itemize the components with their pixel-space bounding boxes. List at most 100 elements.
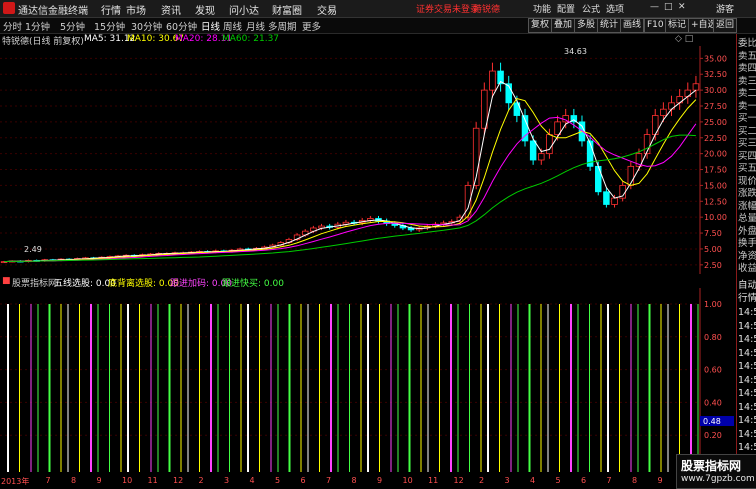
period-timeshare[interactable]: 分时 [3, 19, 22, 33]
price-tick: 2.50 [704, 261, 722, 270]
date-tick: 2 [198, 476, 204, 485]
statistics-button[interactable]: 统计 [597, 18, 622, 33]
candle-body [481, 89, 488, 129]
menu-ask[interactable]: 问小达 [229, 2, 259, 17]
candle-body [692, 83, 700, 91]
date-tick: 12 [173, 476, 184, 485]
menu-options[interactable]: 选项 [606, 2, 624, 15]
date-tick: 8 [632, 476, 638, 485]
price-grid [0, 46, 701, 274]
date-tick: 5 [555, 476, 561, 485]
period-60min[interactable]: 60分钟 [166, 19, 197, 33]
date-tick: 9 [657, 476, 663, 485]
mark-button[interactable]: 标记 [665, 18, 690, 33]
period-1min[interactable]: 1分钟 [25, 19, 50, 33]
price-axis: 35.00 32.50 30.00 27.50 25.00 22.50 20.00 17.50… [700, 54, 727, 270]
indicator-tick: 0.80 [704, 333, 722, 342]
minimize-icon[interactable]: — [650, 2, 659, 12]
ma-legend: 特锐德(日线 前复权) MA5: 31.12 MA10: 30.67 MA20:… [0, 34, 735, 47]
candle-body [489, 70, 496, 91]
date-tick: 3 [224, 476, 230, 485]
candle-body [603, 191, 610, 205]
period-monthly[interactable]: 月线 [246, 19, 265, 33]
period-15min[interactable]: 15分钟 [94, 19, 125, 33]
quote-label: 涨跌 [738, 188, 756, 199]
indicator-menu-icon[interactable]: ■ [2, 276, 11, 286]
price-tick: 10.00 [704, 213, 727, 222]
quote-label: 买二 [738, 125, 756, 137]
date-tick: 8 [351, 476, 357, 485]
candle-body [660, 108, 667, 116]
date-tick: 7 [606, 476, 612, 485]
menu-trade[interactable]: 交易 [317, 2, 337, 17]
price-tick: 15.00 [704, 181, 727, 190]
multi-stock-button[interactable]: 多股 [574, 18, 599, 33]
date-tick: 4 [530, 476, 536, 485]
date-tick: 11 [147, 476, 158, 485]
indicator-value: 0.48 [703, 417, 721, 426]
app-title: 通达信金融终端 [18, 6, 88, 17]
high-price-label: 34.63 [564, 47, 587, 56]
low-price-label: 2.49 [24, 245, 42, 254]
quote-panel: 委比 卖五 卖四 卖三 卖二 卖一 买一 买二 买三 买四 买五 现价 涨跌 涨幅 总量 外盘 换手 净资 收益 自动… [736, 34, 756, 487]
adjust-button[interactable]: 复权 [528, 18, 553, 33]
quote-label: 现价 [738, 175, 756, 187]
date-tick: 7 [326, 476, 332, 485]
indicator-tick: 0.40 [704, 398, 722, 407]
watermark-url: www.7gpzb.com [681, 474, 755, 484]
price-tick: 17.50 [704, 166, 727, 175]
menu-discover[interactable]: 发现 [195, 2, 215, 17]
menu-formula[interactable]: 公式 [582, 2, 600, 15]
close-icon[interactable]: ✕ [678, 2, 686, 12]
tick-time: 14:5 [738, 415, 756, 426]
candle-body [546, 134, 553, 155]
menu-market-quotes[interactable]: 行情 [101, 2, 121, 17]
indicator-bars [7, 304, 699, 472]
period-30min[interactable]: 30分钟 [131, 19, 162, 33]
quote-label: 收益 [738, 263, 756, 274]
menu-function[interactable]: 功能 [533, 2, 551, 15]
period-5min[interactable]: 5分钟 [60, 19, 85, 33]
guest-user[interactable]: 游客 [716, 2, 734, 15]
date-tick: 11 [428, 476, 439, 485]
date-tick: 6 [300, 476, 306, 485]
period-more[interactable]: 更多 [302, 19, 321, 33]
date-tick: 9 [96, 476, 102, 485]
tick-time: 14:5 [738, 361, 756, 372]
chart-settings-icon[interactable]: ◇ □ [675, 34, 693, 44]
watermark-text: 股票指标网 [681, 459, 742, 473]
login-notice[interactable]: 证券交易未登录 [416, 2, 479, 15]
auto-refresh-toggle[interactable]: 自动 [738, 280, 756, 292]
price-tick: 22.50 [704, 134, 727, 143]
period-weekly[interactable]: 周线 [223, 19, 242, 33]
indicator-tick: 0.60 [704, 366, 722, 375]
menu-wealth-circle[interactable]: 财富圈 [272, 2, 302, 17]
back-button[interactable]: 返回 [713, 18, 738, 33]
indicator-tick: 1.00 [704, 300, 722, 309]
menu-market[interactable]: 市场 [126, 2, 146, 17]
price-tick: 32.50 [704, 70, 727, 79]
period-daily[interactable]: 日线 [201, 19, 220, 33]
draw-line-button[interactable]: 画线 [620, 18, 645, 33]
period-multi[interactable]: 多周期 [268, 19, 297, 33]
date-tick: 4 [249, 476, 255, 485]
tick-time: 14:5 [738, 374, 756, 386]
indicator-tick: 0.20 [704, 431, 722, 440]
date-tick: 6 [581, 476, 587, 485]
tick-time: 14:5 [738, 428, 756, 440]
menu-news[interactable]: 资讯 [161, 2, 181, 17]
quote-label: 买四 [738, 150, 756, 162]
menu-config[interactable]: 配置 [557, 2, 575, 15]
maximize-icon[interactable]: □ [664, 2, 673, 12]
kline-chart[interactable]: 35.00 32.50 30.00 27.50 25.00 22.50 20.00 17.50… [0, 46, 736, 274]
quote-label: 买五 [738, 163, 756, 174]
quote-label: 净资 [738, 250, 756, 262]
price-tick: 12.50 [704, 197, 727, 206]
tick-time: 14:5 [738, 401, 756, 413]
ma60-label: MA60: 21.37 [222, 34, 280, 44]
indicator-chart[interactable]: 1.00 0.80 0.60 0.40 0.20 0.48 [0, 288, 736, 476]
overlay-button[interactable]: 叠加 [551, 18, 576, 33]
ma5-line [4, 80, 697, 263]
f10-button[interactable]: F10 [644, 18, 667, 33]
quote-label: 买三 [738, 138, 756, 149]
